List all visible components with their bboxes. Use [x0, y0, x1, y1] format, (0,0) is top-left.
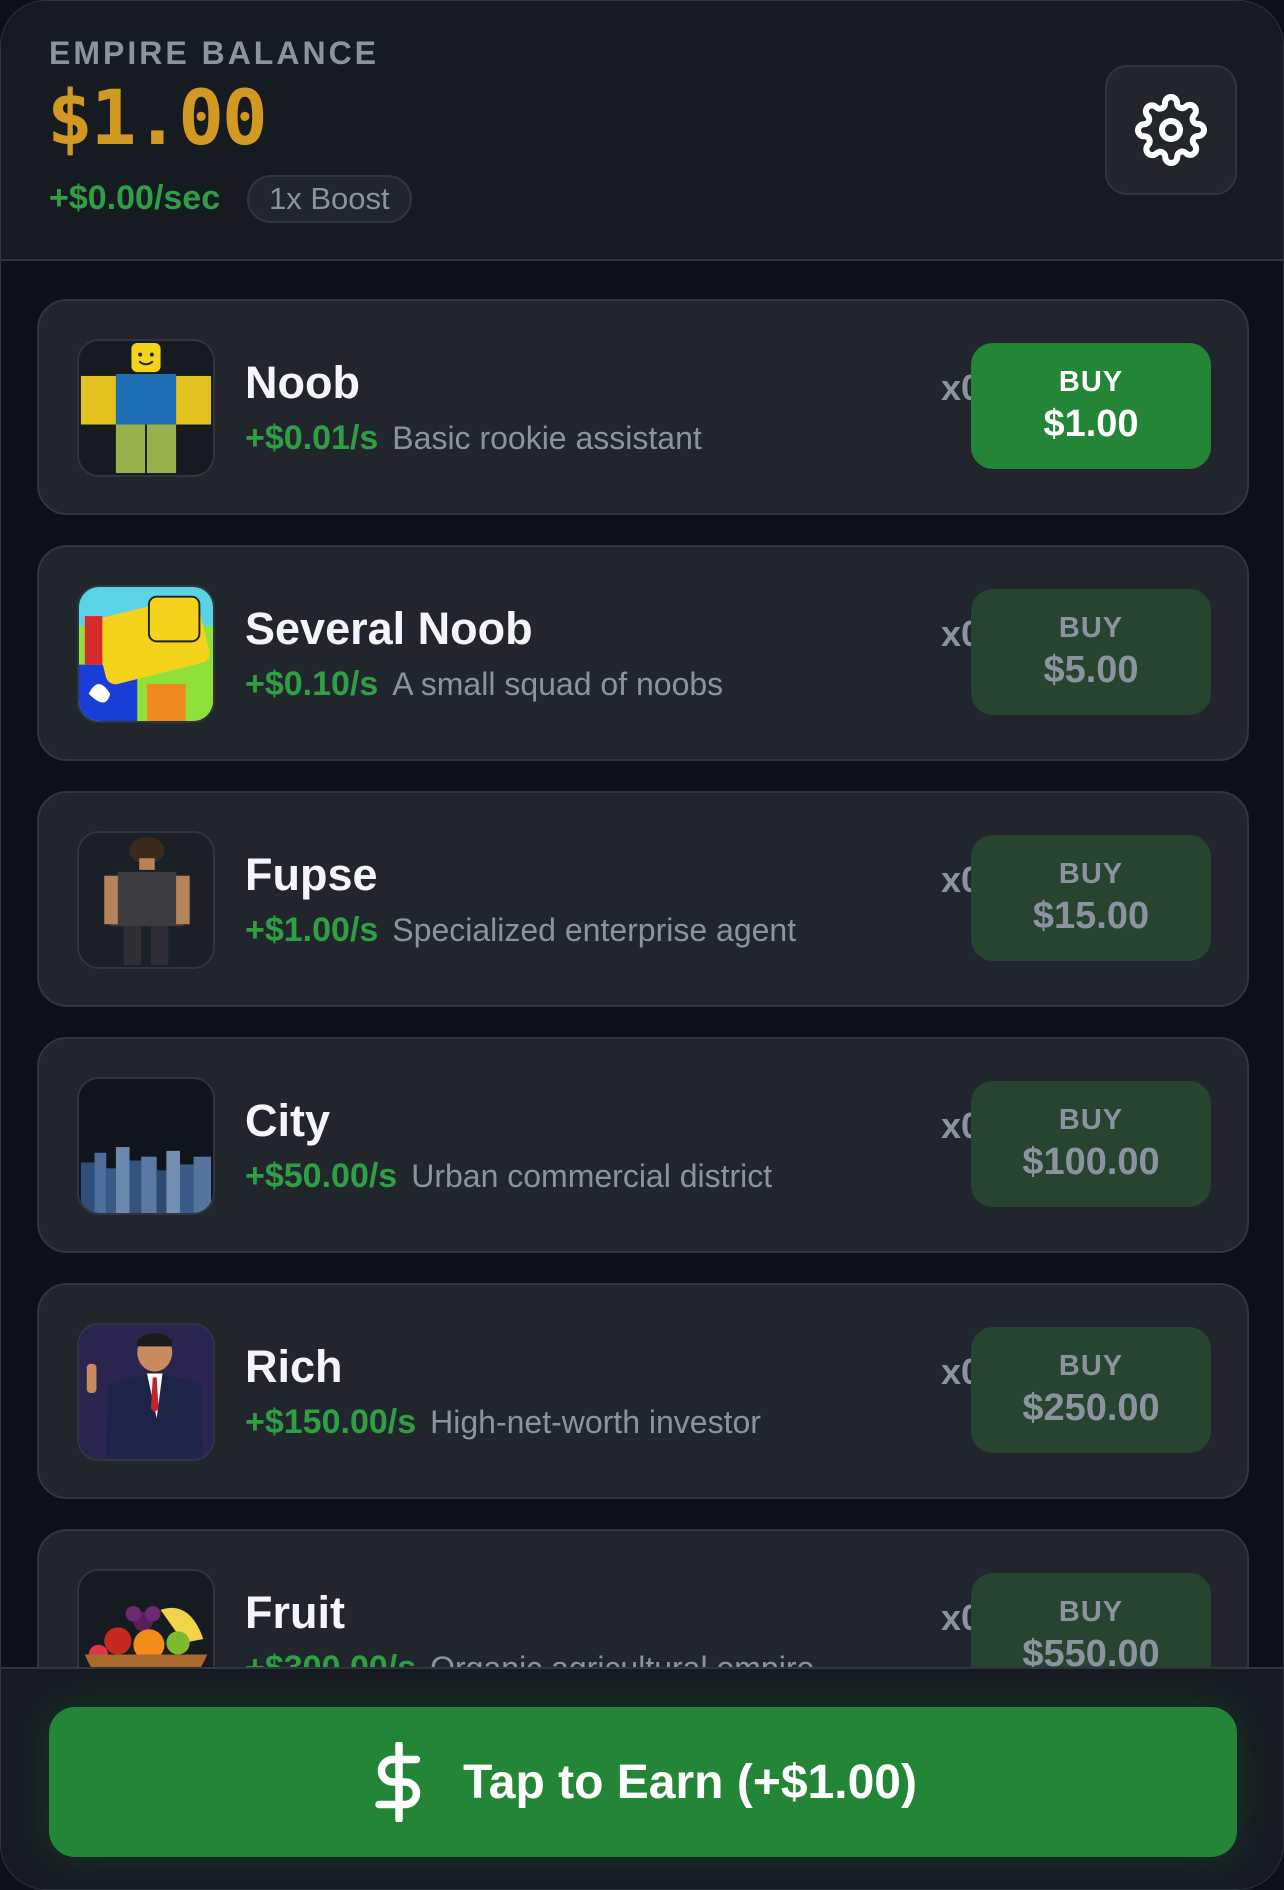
upgrade-name: Rich	[245, 1341, 343, 1392]
rich-man-image	[77, 1323, 215, 1461]
upgrade-name: City	[245, 1095, 331, 1146]
footer-bar: Tap to Earn (+$1.00)	[1, 1667, 1283, 1889]
noob-figure-image	[77, 339, 215, 477]
buy-button-several-noob[interactable]: BUY $5.00	[971, 589, 1211, 715]
app-frame: EMPIRE BALANCE $1.00 +$0.00/sec 1x Boost	[0, 0, 1284, 1890]
upgrade-info: +$1.00/s Specialized enterprise agent	[245, 911, 796, 950]
upgrade-info: +$150.00/s High-net-worth investor	[245, 1403, 761, 1442]
balance-value: $1.00	[47, 73, 268, 162]
upgrade-description: Urban commercial district	[411, 1158, 773, 1194]
upgrade-income: +$1.00/s	[245, 911, 379, 949]
income-rate: +$0.00/sec	[49, 179, 221, 217]
upgrade-income: +$50.00/s	[245, 1157, 398, 1195]
buy-price: $15.00	[1032, 895, 1150, 937]
boost-badge: 1x Boost	[247, 175, 412, 223]
upgrade-description: A small squad of noobs	[392, 666, 724, 702]
upgrade-info: +$50.00/s Urban commercial district	[245, 1157, 772, 1196]
buy-label: BUY	[1058, 1104, 1124, 1136]
upgrade-income: +$0.10/s	[245, 665, 379, 703]
buy-label: BUY	[1058, 1596, 1124, 1628]
upgrade-list[interactable]: Noob +$0.01/s Basic rookie assistant x0 B…	[1, 263, 1283, 1667]
upgrade-description: Specialized enterprise agent	[392, 912, 797, 948]
settings-button[interactable]	[1105, 65, 1237, 195]
buy-label: BUY	[1058, 1350, 1124, 1382]
buy-button-fupse[interactable]: BUY $15.00	[971, 835, 1211, 961]
fupse-character-image	[77, 831, 215, 969]
upgrade-card-several-noob: Several Noob +$0.10/s A small squad of no…	[37, 545, 1249, 761]
noob-squad-image	[77, 585, 215, 723]
upgrade-info: +$0.10/s A small squad of noobs	[245, 665, 723, 704]
owned-count: x0	[940, 1597, 981, 1638]
owned-count: x0	[940, 613, 981, 654]
owned-count: x0	[940, 859, 981, 900]
upgrade-description: Organic agricultural empire	[430, 1650, 814, 1667]
tap-to-earn-button[interactable]: Tap to Earn (+$1.00)	[49, 1707, 1237, 1857]
upgrade-info: +$0.01/s Basic rookie assistant	[245, 419, 702, 458]
upgrade-card-rich: Rich +$150.00/s High-net-worth investor x…	[37, 1283, 1249, 1499]
buy-label: BUY	[1058, 366, 1124, 398]
upgrade-card-fupse: Fupse +$1.00/s Specialized enterprise age…	[37, 791, 1249, 1007]
fruit-bowl-image	[77, 1569, 215, 1667]
buy-price: $550.00	[1022, 1633, 1160, 1667]
buy-button-fruit[interactable]: BUY $550.00	[971, 1573, 1211, 1667]
buy-price: $100.00	[1022, 1141, 1160, 1183]
gear-icon	[1135, 94, 1207, 166]
buy-button-city[interactable]: BUY $100.00	[971, 1081, 1211, 1207]
city-skyline-image	[77, 1077, 215, 1215]
dollar-icon	[375, 1742, 421, 1822]
balance-label: EMPIRE BALANCE	[49, 35, 380, 71]
buy-price: $5.00	[1043, 649, 1139, 691]
upgrade-card-fruit: Fruit +$300.00/s Organic agricultural emp…	[37, 1529, 1249, 1667]
buy-button-noob[interactable]: BUY $1.00	[971, 343, 1211, 469]
upgrade-name: Several Noob	[245, 603, 533, 654]
owned-count: x0	[940, 367, 981, 408]
owned-count: x0	[940, 1105, 981, 1146]
upgrade-income: +$0.01/s	[245, 419, 379, 457]
buy-price: $250.00	[1022, 1387, 1160, 1429]
buy-price: $1.00	[1043, 403, 1139, 445]
upgrade-name: Noob	[245, 357, 360, 408]
owned-count: x0	[940, 1351, 981, 1392]
balance-header: EMPIRE BALANCE $1.00 +$0.00/sec 1x Boost	[1, 1, 1283, 261]
tap-label: Tap to Earn (+$1.00)	[463, 1755, 917, 1809]
buy-label: BUY	[1058, 858, 1124, 890]
upgrade-name: Fupse	[245, 849, 378, 900]
upgrade-card-noob: Noob +$0.01/s Basic rookie assistant x0 B…	[37, 299, 1249, 515]
upgrade-name: Fruit	[245, 1587, 345, 1638]
upgrade-info: +$300.00/s Organic agricultural empire	[245, 1649, 814, 1667]
buy-label: BUY	[1058, 612, 1124, 644]
upgrade-description: Basic rookie assistant	[392, 420, 702, 456]
upgrade-income: +$300.00/s	[245, 1649, 416, 1667]
upgrade-card-city: City +$50.00/s Urban commercial district …	[37, 1037, 1249, 1253]
buy-button-rich[interactable]: BUY $250.00	[971, 1327, 1211, 1453]
upgrade-description: High-net-worth investor	[430, 1404, 761, 1440]
upgrade-income: +$150.00/s	[245, 1403, 417, 1441]
